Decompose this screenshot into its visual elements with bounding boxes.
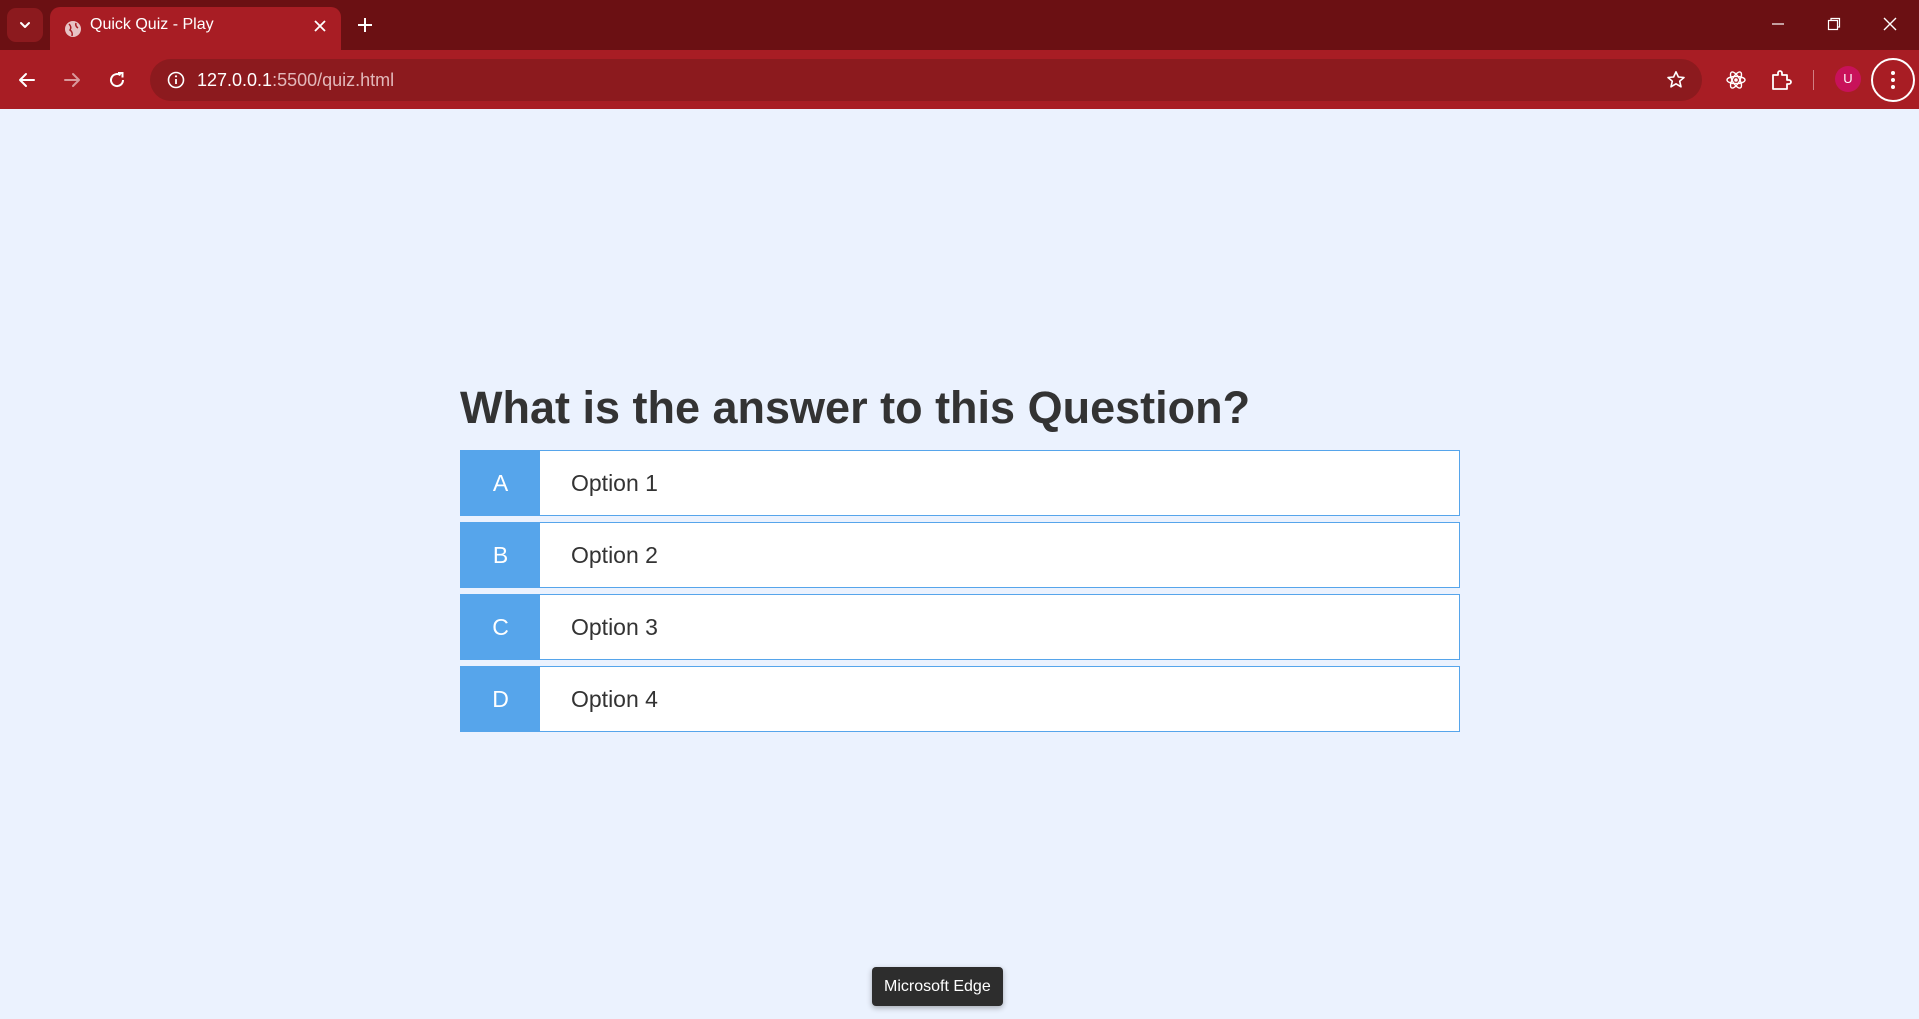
choice-text: Option 3 <box>571 613 658 640</box>
restore-button[interactable] <box>1806 0 1862 48</box>
more-vertical-icon <box>1891 71 1895 89</box>
bookmark-button[interactable] <box>1664 68 1688 92</box>
react-devtools-button[interactable] <box>1718 62 1754 98</box>
close-icon <box>1883 17 1897 31</box>
tab-close-button[interactable] <box>309 15 331 37</box>
browser-menu-button[interactable] <box>1871 58 1915 102</box>
choice-option-c[interactable]: C Option 3 <box>460 594 1460 660</box>
reload-button[interactable] <box>97 60 137 100</box>
browser-title-bar: Quick Quiz - Play <box>0 0 1919 50</box>
choice-text: Option 1 <box>571 469 658 496</box>
new-tab-button[interactable] <box>353 10 377 40</box>
choice-prefix: D <box>461 667 540 731</box>
react-icon <box>1726 71 1746 89</box>
choice-prefix: B <box>461 523 540 587</box>
back-button[interactable] <box>7 60 47 100</box>
plus-icon <box>358 18 372 32</box>
taskbar-tooltip: Microsoft Edge <box>872 967 1003 1006</box>
arrow-left-icon <box>19 73 35 87</box>
info-icon <box>167 71 185 89</box>
url-text[interactable]: 127.0.0.1:5500/quiz.html <box>197 59 394 101</box>
site-info-button[interactable] <box>162 66 190 94</box>
choice-prefix: A <box>461 451 540 515</box>
tab-title: Quick Quiz - Play <box>90 16 214 33</box>
close-icon <box>314 20 326 32</box>
choice-option-b[interactable]: B Option 2 <box>460 522 1460 588</box>
url-path: :5500/quiz.html <box>272 70 395 90</box>
tab-search-button[interactable] <box>7 8 43 42</box>
choice-text: Option 2 <box>571 541 658 568</box>
arrow-right-icon <box>64 73 80 87</box>
window-close-button[interactable] <box>1862 0 1918 48</box>
question-text: What is the answer to this Question? <box>460 382 1251 433</box>
minimize-icon <box>1772 23 1784 25</box>
minimize-button[interactable] <box>1750 0 1806 48</box>
choice-text: Option 4 <box>571 685 658 712</box>
extensions-button[interactable] <box>1763 62 1799 98</box>
active-tab[interactable]: Quick Quiz - Play <box>50 7 341 50</box>
puzzle-icon <box>1772 70 1792 90</box>
quiz-container: What is the answer to this Question? A O… <box>460 380 1460 738</box>
toolbar-separator <box>1813 70 1814 90</box>
choice-prefix: C <box>461 595 540 659</box>
restore-icon <box>1827 17 1841 31</box>
browser-toolbar: 127.0.0.1:5500/quiz.html U <box>0 50 1919 109</box>
globe-icon <box>65 21 81 37</box>
url-host: 127.0.0.1 <box>197 70 273 90</box>
profile-avatar[interactable]: U <box>1835 66 1861 92</box>
chevron-down-icon <box>20 22 30 28</box>
reload-icon <box>110 72 125 88</box>
forward-button[interactable] <box>52 60 92 100</box>
choice-option-d[interactable]: D Option 4 <box>460 666 1460 732</box>
address-bar[interactable]: 127.0.0.1:5500/quiz.html <box>150 59 1702 101</box>
choice-option-a[interactable]: A Option 1 <box>460 450 1460 516</box>
star-icon <box>1667 71 1685 88</box>
